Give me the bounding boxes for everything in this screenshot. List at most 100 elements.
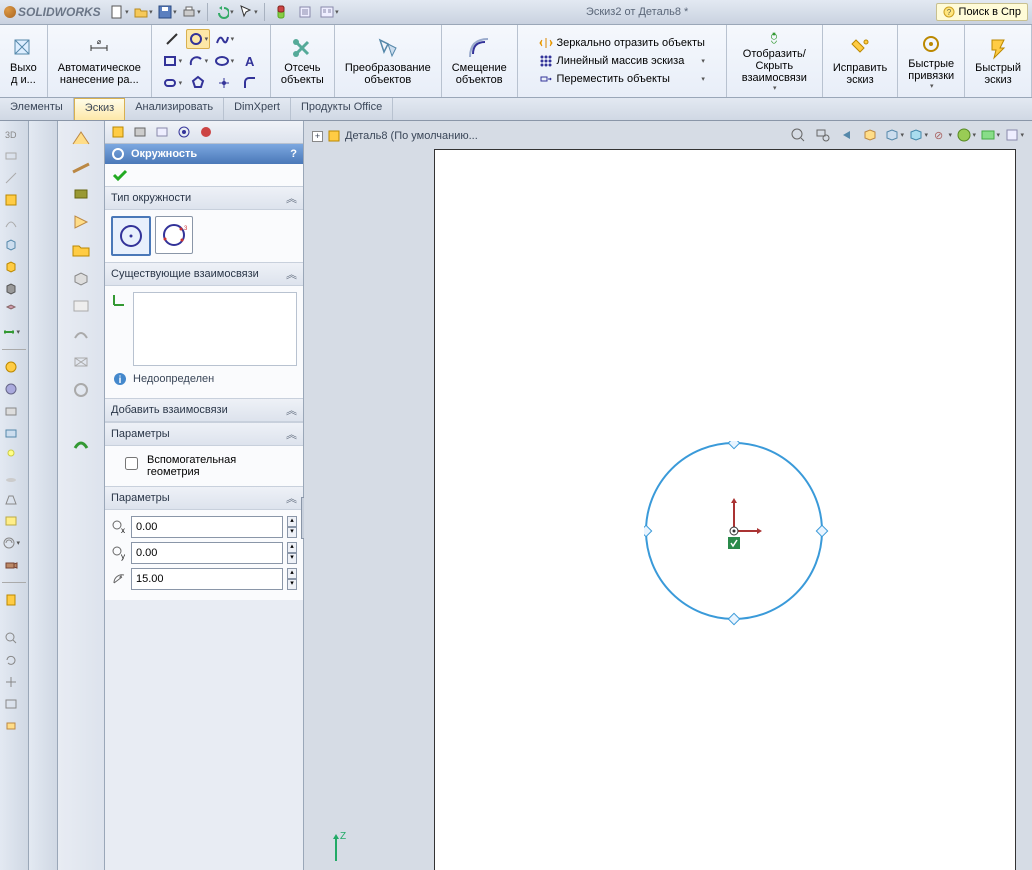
offset-button[interactable]: Смещение объектов bbox=[446, 28, 513, 94]
tab-sketch[interactable]: Эскиз bbox=[74, 98, 125, 120]
feature-icon[interactable] bbox=[2, 191, 20, 209]
prop-tab-display[interactable] bbox=[153, 123, 171, 141]
view-orientation-button[interactable]: ▾ bbox=[884, 125, 904, 145]
light-icon[interactable] bbox=[2, 446, 20, 464]
appearance-icon[interactable] bbox=[2, 380, 20, 398]
axis-icon[interactable] bbox=[2, 169, 20, 187]
relations-list[interactable] bbox=[133, 292, 297, 366]
polygon-tool[interactable] bbox=[186, 73, 210, 93]
spline-tool[interactable]: ▾ bbox=[212, 29, 236, 49]
material-icon[interactable] bbox=[2, 358, 20, 376]
zoom-fit-button[interactable] bbox=[788, 125, 808, 145]
smart-dimension-button[interactable]: ⌀Автоматическое нанесение ра... bbox=[52, 28, 147, 94]
prop-tab-target[interactable] bbox=[175, 123, 193, 141]
perimeter-circle-option[interactable]: 3 bbox=[155, 216, 193, 254]
move-entities-button[interactable]: Переместить объекты▾ bbox=[535, 71, 709, 87]
quick-snaps-button[interactable]: Быстрые привязки▾ bbox=[902, 28, 960, 94]
point-tool[interactable] bbox=[212, 73, 236, 93]
camera-icon[interactable] bbox=[2, 556, 20, 574]
perspective-icon[interactable] bbox=[2, 490, 20, 508]
display-style-button[interactable]: ▾ bbox=[908, 125, 928, 145]
add-relations-header[interactable]: Добавить взаимосвязи︽ bbox=[105, 399, 303, 422]
fm-sketch4-icon[interactable] bbox=[67, 379, 95, 401]
zoom-area-button[interactable] bbox=[812, 125, 832, 145]
filter-icon[interactable] bbox=[2, 301, 20, 319]
fm-plane3-icon[interactable] bbox=[67, 211, 95, 233]
doc-icon[interactable] bbox=[2, 591, 20, 609]
options-header[interactable]: Параметры︽ bbox=[105, 423, 303, 446]
hide-show-button[interactable]: ⊘▾ bbox=[932, 125, 952, 145]
save-button[interactable]: ▾ bbox=[157, 2, 177, 22]
scene-icon1[interactable] bbox=[2, 402, 20, 420]
r-spin-up[interactable]: ▴ bbox=[287, 568, 297, 579]
mirror-entities-button[interactable]: Зеркально отразить объекты bbox=[535, 35, 709, 51]
body-icon[interactable] bbox=[2, 235, 20, 253]
zoom-icon[interactable] bbox=[2, 629, 20, 647]
slot-tool[interactable]: ▾ bbox=[160, 73, 184, 93]
confirm-ok-icon[interactable] bbox=[111, 168, 129, 182]
open-file-button[interactable]: ▾ bbox=[133, 2, 153, 22]
section-view-button[interactable] bbox=[860, 125, 880, 145]
undo-button[interactable]: ▾ bbox=[214, 2, 234, 22]
fm-origin-icon[interactable] bbox=[67, 127, 95, 149]
rapid-sketch-button[interactable]: Быстрый эскиз bbox=[969, 28, 1027, 94]
rectangle-tool[interactable]: ▾ bbox=[160, 51, 184, 71]
fm-plane1-icon[interactable] bbox=[67, 155, 95, 177]
cx-spin-down[interactable]: ▾ bbox=[287, 527, 297, 538]
apply-scene-button[interactable]: ▾ bbox=[980, 125, 1000, 145]
measure-icon[interactable]: ▾ bbox=[2, 323, 20, 341]
cy-input[interactable] bbox=[131, 542, 283, 564]
options-button[interactable] bbox=[295, 2, 315, 22]
trim-button[interactable]: Отсечь объекты bbox=[275, 28, 330, 94]
motion-icon[interactable]: ▾ bbox=[2, 534, 20, 552]
tab-features[interactable]: Элементы bbox=[0, 98, 74, 120]
view-icon[interactable] bbox=[2, 717, 20, 735]
edit-appearance-button[interactable]: ▾ bbox=[956, 125, 976, 145]
scene-icon2[interactable] bbox=[2, 424, 20, 442]
prev-view-button[interactable] bbox=[836, 125, 856, 145]
text-tool[interactable]: A bbox=[238, 51, 262, 71]
help-search[interactable]: ? Поиск в Спр bbox=[936, 3, 1028, 21]
r-spin-down[interactable]: ▾ bbox=[287, 579, 297, 590]
sketch-icon[interactable] bbox=[2, 213, 20, 231]
shadow-icon[interactable] bbox=[2, 468, 20, 486]
cx-spin-up[interactable]: ▴ bbox=[287, 516, 297, 527]
exit-sketch-button[interactable]: Выхо д и... bbox=[4, 28, 43, 94]
line-tool[interactable] bbox=[160, 29, 184, 49]
view-settings-button[interactable]: ▾ bbox=[1004, 125, 1024, 145]
tab-analyze[interactable]: Анализировать bbox=[125, 98, 224, 120]
convert-button[interactable]: Преобразование объектов bbox=[339, 28, 437, 94]
center-circle-option[interactable] bbox=[111, 216, 151, 256]
fm-plane2-icon[interactable] bbox=[67, 183, 95, 205]
property-help-icon[interactable]: ? bbox=[290, 148, 297, 160]
print-button[interactable]: ▾ bbox=[181, 2, 201, 22]
fm-active-icon[interactable] bbox=[67, 433, 95, 455]
fm-body-icon[interactable] bbox=[67, 267, 95, 289]
tab-dimxpert[interactable]: DimXpert bbox=[224, 98, 291, 120]
fit-icon[interactable] bbox=[2, 695, 20, 713]
cut-icon[interactable] bbox=[2, 279, 20, 297]
show-hide-relations-button[interactable]: Отобразить/Скрыть взаимосвязи▾ bbox=[731, 28, 818, 94]
cy-spin-up[interactable]: ▴ bbox=[287, 542, 297, 553]
existing-relations-header[interactable]: Существующие взаимосвязи︽ bbox=[105, 263, 303, 286]
rebuild-button[interactable] bbox=[271, 2, 291, 22]
extrude-icon[interactable] bbox=[2, 257, 20, 275]
circle-tool[interactable]: ▾ bbox=[186, 29, 210, 49]
fillet-tool[interactable] bbox=[238, 73, 262, 93]
repair-sketch-button[interactable]: Исправить эскиз bbox=[827, 28, 893, 94]
ellipse-tool[interactable]: ▾ bbox=[212, 51, 236, 71]
arc-tool[interactable]: ▾ bbox=[186, 51, 210, 71]
pan-icon[interactable] bbox=[2, 673, 20, 691]
rotate-icon[interactable] bbox=[2, 651, 20, 669]
fm-sketch2-icon[interactable] bbox=[67, 323, 95, 345]
settings-button[interactable]: ▾ bbox=[319, 2, 339, 22]
tab-office[interactable]: Продукты Office bbox=[291, 98, 393, 120]
prop-tab-appearance[interactable] bbox=[197, 123, 215, 141]
prop-tab-config[interactable] bbox=[131, 123, 149, 141]
graphics-area[interactable]: ▾ ▾ ⊘▾ ▾ ▾ ▾ + Деталь8 (По умолчанию... bbox=[304, 121, 1032, 870]
radius-input[interactable] bbox=[131, 568, 283, 590]
fm-folder-icon[interactable] bbox=[67, 239, 95, 261]
construction-checkbox[interactable] bbox=[125, 457, 138, 470]
parameters-header[interactable]: Параметры︽ bbox=[105, 487, 303, 510]
flyout-tree[interactable]: + Деталь8 (По умолчанию... bbox=[312, 129, 478, 143]
